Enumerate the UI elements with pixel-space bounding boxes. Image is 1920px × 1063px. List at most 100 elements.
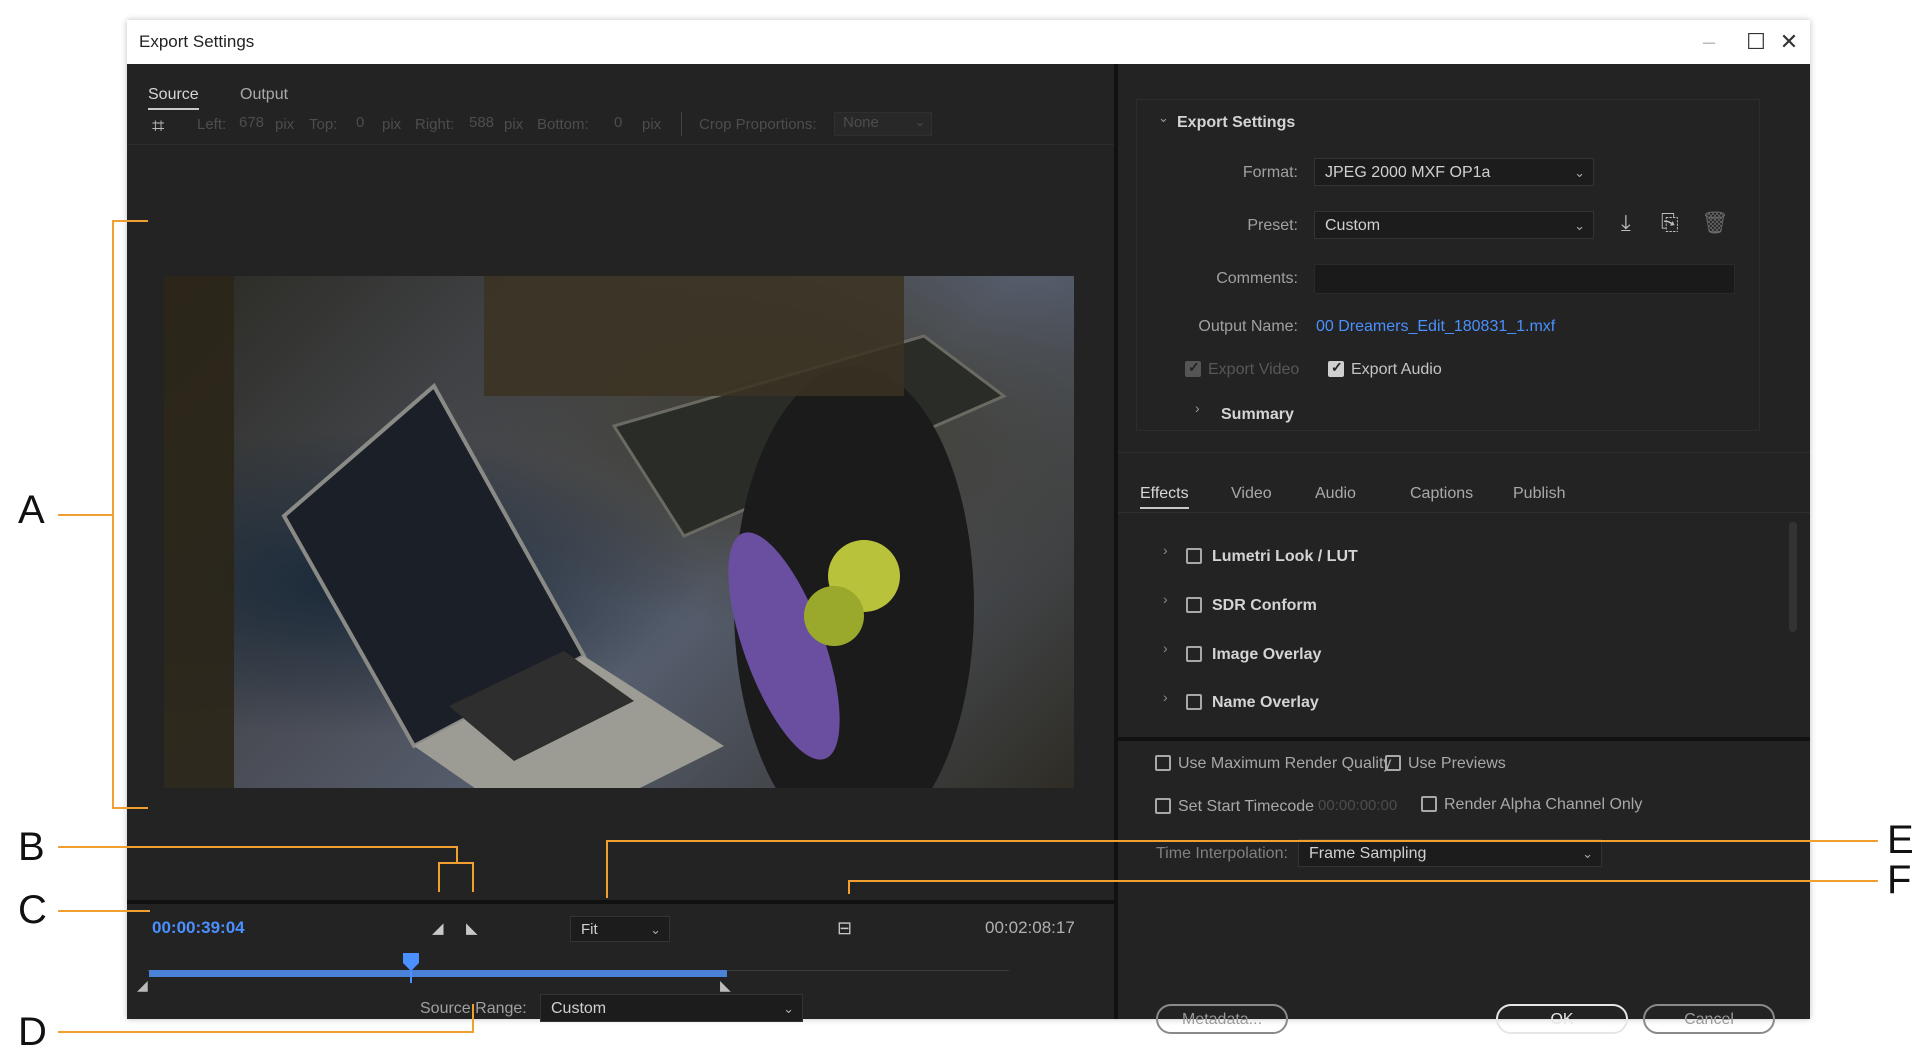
callout-b-fork (438, 862, 474, 864)
render-alpha-checkbox[interactable] (1421, 796, 1437, 812)
start-timecode-value[interactable]: 00:00:00:00 (1318, 797, 1397, 814)
format-select[interactable]: JPEG 2000 MXF OP1a ⌄ (1314, 158, 1594, 186)
preview-frame-image (164, 276, 1007, 788)
comments-label: Comments: (1216, 270, 1298, 287)
chevron-right-icon[interactable]: › (1163, 640, 1168, 656)
crop-top-value[interactable]: 0 (356, 114, 364, 131)
crop-unit: pix (642, 116, 662, 133)
format-value: JPEG 2000 MXF OP1a (1325, 164, 1491, 181)
export-settings-heading: Export Settings (1177, 114, 1296, 131)
name-overlay-checkbox[interactable] (1186, 694, 1202, 710)
callout-e: E (1887, 818, 1914, 862)
use-previews-label: Use Previews (1408, 755, 1506, 772)
crop-left-value[interactable]: 678 (239, 114, 264, 131)
metadata-button[interactable]: Metadata... (1156, 1004, 1288, 1034)
crop-unit: pix (504, 116, 524, 133)
toolbar-divider (681, 112, 682, 136)
export-audio-checkbox[interactable] (1328, 359, 1344, 377)
tab-output[interactable]: Output (240, 86, 288, 104)
tab-publish[interactable]: Publish (1513, 485, 1565, 503)
source-range-select[interactable]: Custom ⌄ (540, 994, 803, 1022)
crop-icon[interactable]: ⌗ (152, 113, 164, 139)
effect-name-overlay: Name Overlay (1212, 694, 1319, 711)
callout-e-line (606, 840, 1878, 842)
preset-label: Preset: (1247, 217, 1298, 234)
crop-proportions-value: None (843, 114, 879, 131)
set-out-point-icon[interactable]: ◣ (466, 919, 478, 937)
source-range-bar[interactable] (149, 970, 727, 977)
cancel-button[interactable]: Cancel (1643, 1004, 1775, 1034)
ok-button[interactable]: OK (1496, 1004, 1628, 1034)
sdr-conform-checkbox[interactable] (1186, 597, 1202, 613)
callout-e-stem (606, 840, 608, 898)
chevron-down-icon: ⌄ (650, 922, 661, 937)
import-preset-icon[interactable]: ⎘ (1661, 210, 1679, 236)
zoom-select[interactable]: Fit ⌄ (570, 916, 670, 942)
crop-proportions-select[interactable]: None ⌄ (834, 112, 932, 136)
image-overlay-checkbox[interactable] (1186, 646, 1202, 662)
export-video-checkbox[interactable] (1185, 359, 1201, 377)
callout-b-line (58, 846, 458, 848)
aspect-ratio-correction-icon[interactable]: ⊟ (837, 918, 852, 939)
lumetri-checkbox[interactable] (1186, 548, 1202, 564)
chevron-right-icon[interactable]: › (1163, 542, 1168, 558)
tab-audio[interactable]: Audio (1315, 485, 1356, 503)
delete-preset-icon[interactable]: 🗑 (1701, 210, 1729, 236)
callout-b-fork-right (472, 862, 474, 892)
callout-a-bracket-bottom (112, 807, 148, 809)
crop-unit: pix (275, 116, 295, 133)
tab-source[interactable]: Source (148, 86, 199, 110)
chevron-down-icon: ⌄ (783, 1001, 794, 1016)
effects-scrollbar[interactable] (1789, 522, 1797, 632)
tab-effects[interactable]: Effects (1140, 485, 1189, 509)
minimize-icon[interactable]: – (1689, 26, 1729, 58)
use-previews-checkbox[interactable] (1385, 755, 1401, 771)
callout-f: F (1887, 858, 1912, 902)
options-divider (1118, 737, 1810, 741)
summary-heading[interactable]: Summary (1221, 406, 1294, 424)
callout-b-stem (456, 846, 458, 862)
tab-video[interactable]: Video (1231, 485, 1272, 503)
crop-left-label: Left: (197, 116, 227, 133)
crop-bottom-value[interactable]: 0 (614, 114, 622, 131)
start-timecode-checkbox[interactable] (1155, 798, 1171, 814)
current-timecode[interactable]: 00:00:39:04 (152, 918, 245, 938)
callout-f-stem (848, 880, 850, 894)
settings-panel: ⌄ Export Settings Format: JPEG 2000 MXF … (1118, 64, 1810, 1034)
save-preset-icon[interactable]: ⤓ (1621, 210, 1631, 236)
section-separator (1118, 452, 1810, 453)
start-timecode-label: Set Start Timecode (1178, 798, 1315, 815)
zoom-value: Fit (581, 921, 598, 938)
chevron-right-icon[interactable]: › (1163, 689, 1168, 705)
in-point-handle[interactable]: ◢ (137, 977, 148, 994)
comments-field[interactable] (1314, 264, 1735, 294)
output-name-link[interactable]: 00 Dreamers_Edit_180831_1.mxf (1316, 318, 1555, 336)
export-video-label: Export Video (1208, 361, 1300, 378)
export-audio-label: Export Audio (1351, 361, 1442, 378)
preset-select[interactable]: Custom ⌄ (1314, 211, 1594, 239)
max-render-quality-checkbox[interactable] (1155, 755, 1171, 771)
chevron-down-icon[interactable]: ⌄ (1158, 110, 1169, 126)
output-name-label: Output Name: (1198, 318, 1298, 335)
playhead[interactable] (403, 953, 420, 983)
set-in-point-icon[interactable]: ◢ (432, 919, 444, 937)
callout-c-line (58, 910, 150, 912)
export-settings-window: Export Settings – ☐ ✕ Source Output ⌗ Le… (127, 20, 1810, 1034)
duration-timecode: 00:02:08:17 (985, 918, 1075, 937)
window-title: Export Settings (139, 32, 255, 51)
out-point-handle[interactable]: ◣ (720, 977, 731, 994)
title-bar: Export Settings – ☐ ✕ (127, 20, 1810, 64)
chevron-right-icon[interactable]: › (1163, 591, 1168, 607)
crop-right-value[interactable]: 588 (469, 114, 494, 131)
callout-b: B (18, 825, 45, 869)
chevron-right-icon[interactable]: › (1195, 400, 1200, 416)
time-interpolation-select[interactable]: Frame Sampling ⌄ (1298, 839, 1602, 867)
close-icon[interactable]: ✕ (1769, 26, 1809, 58)
callout-a: A (18, 488, 45, 532)
tab-captions[interactable]: Captions (1410, 485, 1473, 503)
callout-a-bracket (112, 220, 114, 809)
format-label: Format: (1242, 164, 1298, 181)
source-panel: Source Output ⌗ Left: 678 pix Top: 0 pix… (127, 64, 1114, 1022)
effect-image-overlay: Image Overlay (1212, 646, 1322, 663)
crop-bottom-label: Bottom: (537, 116, 589, 133)
